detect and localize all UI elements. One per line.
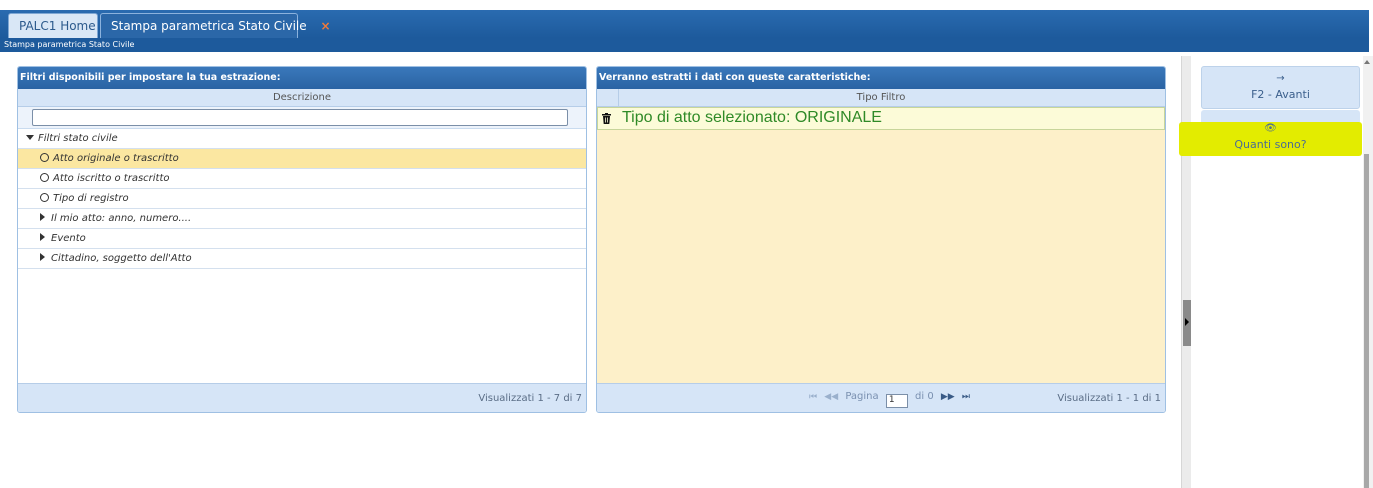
collapse-arrow-icon[interactable] bbox=[1185, 318, 1189, 326]
radio-icon[interactable] bbox=[40, 153, 49, 162]
first-page-icon[interactable]: ⏮ bbox=[809, 392, 817, 402]
selected-filters-panel: Verranno estratti i dati con queste cara… bbox=[596, 66, 1166, 413]
page-number-input[interactable]: 1 bbox=[885, 394, 908, 408]
tree-item-evento[interactable]: Evento bbox=[18, 229, 586, 249]
expand-right-icon[interactable] bbox=[40, 253, 45, 261]
tab-home[interactable]: PALC1 Home bbox=[8, 13, 98, 38]
avanti-label: F2 - Avanti bbox=[1251, 88, 1310, 101]
eye-icon: 👁 bbox=[1264, 123, 1277, 134]
vertical-scrollbar[interactable] bbox=[1363, 56, 1373, 488]
expand-right-icon[interactable] bbox=[40, 233, 45, 241]
tree-label: Tipo di registro bbox=[53, 193, 129, 204]
tab-active-label: Stampa parametrica Stato Civile bbox=[111, 19, 307, 33]
selected-filters-title: Verranno estratti i dati con queste cara… bbox=[597, 67, 1165, 89]
last-page-icon[interactable]: ⏭ bbox=[962, 392, 970, 402]
avanti-button[interactable]: → F2 - Avanti bbox=[1201, 66, 1360, 109]
tree-item-atto-originale[interactable]: Atto originale o trascritto bbox=[18, 149, 586, 169]
trash-icon[interactable] bbox=[602, 113, 611, 124]
filter-tree: Filtri stato civile Atto originale o tra… bbox=[18, 129, 586, 269]
tree-label: Filtri stato civile bbox=[38, 133, 118, 144]
tree-item-atto-iscritto[interactable]: Atto iscritto o trascritto bbox=[18, 169, 586, 189]
scroll-up-icon[interactable] bbox=[1364, 60, 1370, 64]
expand-right-icon[interactable] bbox=[40, 213, 45, 221]
tree-label: Cittadino, soggetto dell'Atto bbox=[51, 253, 192, 264]
quanti-label: Quanti sono? bbox=[1234, 138, 1307, 151]
filter-row bbox=[18, 107, 586, 129]
actions-sidebar: → F2 - Avanti 👁 Quanti sono? bbox=[1179, 56, 1363, 488]
record-count: Visualizzati 1 - 7 di 7 bbox=[478, 393, 582, 404]
filter-value: Tipo di atto selezionato: ORIGINALE bbox=[622, 109, 882, 126]
scroll-thumb[interactable] bbox=[1364, 154, 1369, 488]
descrizione-column-header[interactable]: Descrizione bbox=[18, 89, 586, 107]
splitter-handle[interactable] bbox=[1183, 300, 1191, 346]
tab-bar: PALC1 Home Stampa parametrica Stato Civi… bbox=[0, 10, 1369, 38]
column-gutter bbox=[597, 89, 619, 107]
left-panel-footer: Visualizzati 1 - 7 di 7 bbox=[18, 383, 586, 412]
radio-icon[interactable] bbox=[40, 193, 49, 202]
tree-item-cittadino[interactable]: Cittadino, soggetto dell'Atto bbox=[18, 249, 586, 269]
tree-item-il-mio-atto[interactable]: Il mio atto: anno, numero.... bbox=[18, 209, 586, 229]
tree-label: Evento bbox=[51, 233, 86, 244]
available-filters-title: Filtri disponibili per impostare la tua … bbox=[18, 67, 586, 89]
tree-label: Atto iscritto o trascritto bbox=[53, 173, 170, 184]
expand-down-icon[interactable] bbox=[26, 135, 34, 140]
close-icon[interactable]: × bbox=[320, 19, 330, 33]
pager-of: di 0 bbox=[915, 391, 934, 402]
tipo-filtro-label: Tipo Filtro bbox=[856, 92, 906, 103]
next-page-icon[interactable]: ▶▶ bbox=[941, 392, 955, 402]
table-row[interactable]: Tipo di atto selezionato: ORIGINALE bbox=[597, 107, 1165, 130]
tree-item-tipo-registro[interactable]: Tipo di registro bbox=[18, 189, 586, 209]
quanti-sono-button[interactable]: 👁 Quanti sono? bbox=[1179, 122, 1362, 156]
tab-home-label: PALC1 Home bbox=[19, 19, 96, 33]
right-panel-footer: ⏮ ◀◀ Pagina 1 di 0 ▶▶ ⏭ Visualizzati 1 -… bbox=[597, 383, 1165, 412]
tab-stampa-parametrica[interactable]: Stampa parametrica Stato Civile × bbox=[100, 13, 331, 38]
selected-filters-grid: Tipo di atto selezionato: ORIGINALE bbox=[597, 107, 1165, 384]
tree-label: Atto originale o trascritto bbox=[53, 153, 179, 164]
tree-label: Il mio atto: anno, numero.... bbox=[51, 213, 192, 224]
record-count: Visualizzati 1 - 1 di 1 bbox=[1057, 393, 1161, 404]
radio-icon[interactable] bbox=[40, 173, 49, 182]
breadcrumb: Stampa parametrica Stato Civile bbox=[0, 38, 1369, 52]
descrizione-filter-input[interactable] bbox=[32, 109, 568, 126]
quanti-button-top bbox=[1201, 110, 1360, 122]
tree-group-filtri-stato-civile[interactable]: Filtri stato civile bbox=[18, 129, 586, 149]
pager-label: Pagina bbox=[845, 391, 879, 402]
pager: ⏮ ◀◀ Pagina 1 di 0 ▶▶ ⏭ bbox=[809, 391, 974, 408]
tipo-filtro-column-header[interactable]: Tipo Filtro bbox=[597, 89, 1165, 107]
available-filters-panel: Filtri disponibili per impostare la tua … bbox=[17, 66, 587, 413]
splitter[interactable] bbox=[1181, 56, 1191, 488]
arrow-right-icon: → bbox=[1276, 73, 1285, 84]
prev-page-icon[interactable]: ◀◀ bbox=[824, 392, 838, 402]
